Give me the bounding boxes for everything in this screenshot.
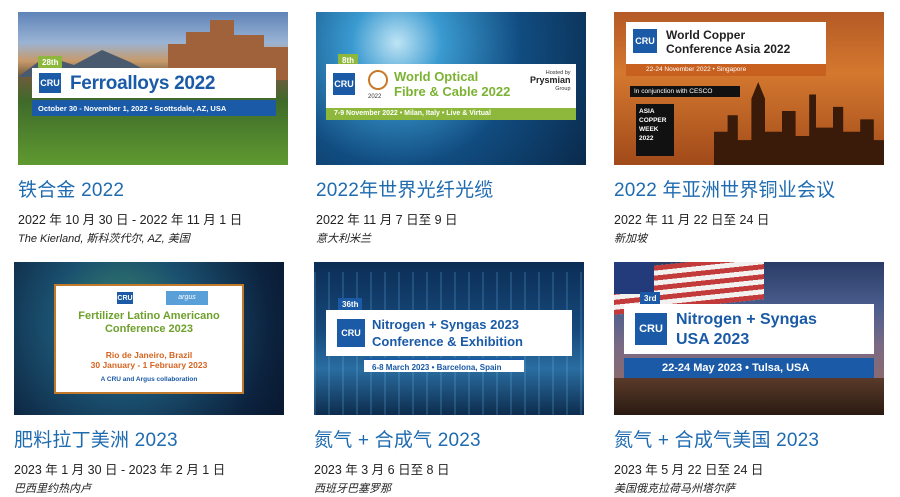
globe-year: 2022 bbox=[368, 94, 382, 100]
banner-event-name: World Copper Conference Asia 2022 bbox=[666, 28, 790, 56]
banner-event-name: Nitrogen + Syngas USA 2023 bbox=[676, 310, 817, 350]
banner-name-line1: World Optical bbox=[394, 69, 479, 84]
host-sub: Group bbox=[555, 86, 571, 92]
banner-event-name: Nitrogen + Syngas 2023 Conference & Exhi… bbox=[372, 316, 523, 350]
event-date: 2022 年 11 月 7 日至 9 日 bbox=[316, 213, 458, 227]
banner-place: Rio de Janeiro, Brazil bbox=[105, 350, 193, 360]
week-line1: ASIA bbox=[639, 108, 655, 115]
banner-name-line1: Fertilizer Latino Americano bbox=[78, 310, 220, 322]
banner-panel: CRU Nitrogen + Syngas 2023 Conference & … bbox=[326, 310, 572, 356]
cru-logo: CRU bbox=[632, 28, 658, 54]
banner-event-name: Fertilizer Latino Americano Conference 2… bbox=[56, 310, 242, 336]
banner-place-dates: Rio de Janeiro, Brazil 30 January - 1 Fe… bbox=[56, 350, 242, 370]
host-logo: Hosted by Prysmian Group bbox=[530, 70, 571, 93]
cru-logo: CRU bbox=[116, 291, 134, 305]
event-title-link[interactable]: 肥料拉丁美洲 2023 bbox=[14, 425, 178, 452]
event-venue: The Kierland, 斯科茨代尔, AZ, 美国 bbox=[18, 233, 190, 245]
event-venue: 巴西里约热内卢 bbox=[14, 483, 91, 495]
event-card: 3rd CRU Nitrogen + Syngas USA 2023 22-24… bbox=[614, 262, 884, 495]
event-banner-image[interactable]: 3rd CRU Nitrogen + Syngas USA 2023 22-24… bbox=[614, 262, 884, 415]
cru-logo: CRU bbox=[336, 318, 366, 348]
cesco-label: In conjunction with CESCO bbox=[630, 86, 740, 97]
banner-name-line1: Nitrogen + Syngas bbox=[676, 311, 817, 328]
event-date: 2022 年 11 月 22 日至 24 日 bbox=[614, 213, 770, 227]
banner-name-line1: Nitrogen + Syngas 2023 bbox=[372, 317, 520, 332]
banner-date-strip: 22-24 May 2023 • Tulsa, USA bbox=[624, 358, 874, 378]
cru-logo: CRU bbox=[332, 72, 356, 96]
banner-date-strip: 7-9 November 2022 • Milan, Italy • Live … bbox=[326, 108, 576, 120]
event-banner-image[interactable]: 8th CRU 2022 World Optical Fibre & Cable… bbox=[316, 12, 586, 165]
banner-date-strip: 6-8 March 2023 • Barcelona, Spain bbox=[364, 358, 524, 372]
event-title-link[interactable]: 2022 年亚洲世界铜业会议 bbox=[614, 175, 835, 202]
event-venue: 新加坡 bbox=[614, 233, 647, 245]
banner-name-line2: Conference 2023 bbox=[104, 323, 194, 335]
event-title-link[interactable]: 铁合金 2022 bbox=[18, 175, 124, 202]
event-date: 2023 年 1 月 30 日 - 2023 年 2 月 1 日 bbox=[14, 463, 226, 477]
banner-panel: CRU argus Fertilizer Latino Americano Co… bbox=[54, 284, 244, 394]
banner-panel: CRU World Copper Conference Asia 2022 bbox=[626, 22, 826, 64]
banner-name-line2: USA 2023 bbox=[676, 331, 750, 348]
asia-copper-week-badge: ASIA COPPER WEEK 2022 bbox=[636, 104, 674, 156]
banner-event-name: Ferroalloys 2022 bbox=[70, 73, 216, 94]
globe-icon bbox=[368, 70, 388, 90]
event-banner-image[interactable]: CRU World Copper Conference Asia 2022 22… bbox=[614, 12, 884, 165]
event-title-link[interactable]: 氮气 + 合成气美国 2023 bbox=[614, 425, 819, 452]
week-line3: WEEK bbox=[639, 126, 659, 133]
banner-dates: 30 January - 1 February 2023 bbox=[90, 360, 208, 370]
event-title-link[interactable]: 2022年世界光纤光缆 bbox=[316, 175, 493, 202]
event-date: 2023 年 3 月 6 日至 8 日 bbox=[314, 463, 450, 477]
banner-name-line2: Conference & Exhibition bbox=[372, 334, 523, 349]
banner-panel: CRU Nitrogen + Syngas USA 2023 bbox=[624, 304, 874, 354]
event-venue: 美国俄克拉荷马州塔尔萨 bbox=[614, 483, 735, 495]
event-venue: 西班牙巴塞罗那 bbox=[314, 483, 391, 495]
event-banner-image[interactable]: 28th CRU Ferroalloys 2022 October 30 - N… bbox=[18, 12, 288, 165]
event-card: 36th CRU Nitrogen + Syngas 2023 Conferen… bbox=[314, 262, 584, 495]
event-card: CRU World Copper Conference Asia 2022 22… bbox=[614, 12, 884, 245]
event-title-link[interactable]: 氮气 + 合成气 2023 bbox=[314, 425, 481, 452]
event-card: 8th CRU 2022 World Optical Fibre & Cable… bbox=[316, 12, 586, 245]
week-line2: COPPER bbox=[639, 117, 667, 124]
event-date: 2022 年 10 月 30 日 - 2022 年 11 月 1 日 bbox=[18, 213, 243, 227]
banner-name-line1: World Copper bbox=[666, 28, 746, 42]
cru-logo: CRU bbox=[634, 312, 668, 346]
argus-logo: argus bbox=[166, 291, 208, 305]
event-date: 2023 年 5 月 22 日至 24 日 bbox=[614, 463, 764, 477]
event-banner-image[interactable]: 36th CRU Nitrogen + Syngas 2023 Conferen… bbox=[314, 262, 584, 415]
banner-panel: CRU 2022 World Optical Fibre & Cable 202… bbox=[326, 64, 576, 108]
event-venue: 意大利米兰 bbox=[316, 233, 371, 245]
banner-name-line2: Fibre & Cable 2022 bbox=[394, 84, 511, 99]
host-name: Prysmian bbox=[530, 75, 571, 85]
banner-collab: A CRU and Argus collaboration bbox=[100, 376, 198, 383]
week-line4: 2022 bbox=[639, 135, 654, 142]
flag-stars-graphic bbox=[614, 262, 654, 294]
city-graphic bbox=[614, 378, 884, 415]
banner-name-line2: Conference Asia 2022 bbox=[666, 42, 791, 56]
event-banner-image[interactable]: CRU argus Fertilizer Latino Americano Co… bbox=[14, 262, 284, 415]
banner-panel: CRU Ferroalloys 2022 bbox=[32, 68, 276, 98]
banner-date-strip: October 30 - November 1, 2022 • Scottsda… bbox=[32, 100, 276, 116]
cru-logo: CRU bbox=[38, 72, 62, 94]
banner-date-strip: 22-24 November 2022 • Singapore bbox=[626, 64, 826, 76]
banner-event-name: World Optical Fibre & Cable 2022 bbox=[394, 69, 510, 99]
event-card: CRU argus Fertilizer Latino Americano Co… bbox=[14, 262, 284, 495]
event-card: 28th CRU Ferroalloys 2022 October 30 - N… bbox=[18, 12, 288, 245]
